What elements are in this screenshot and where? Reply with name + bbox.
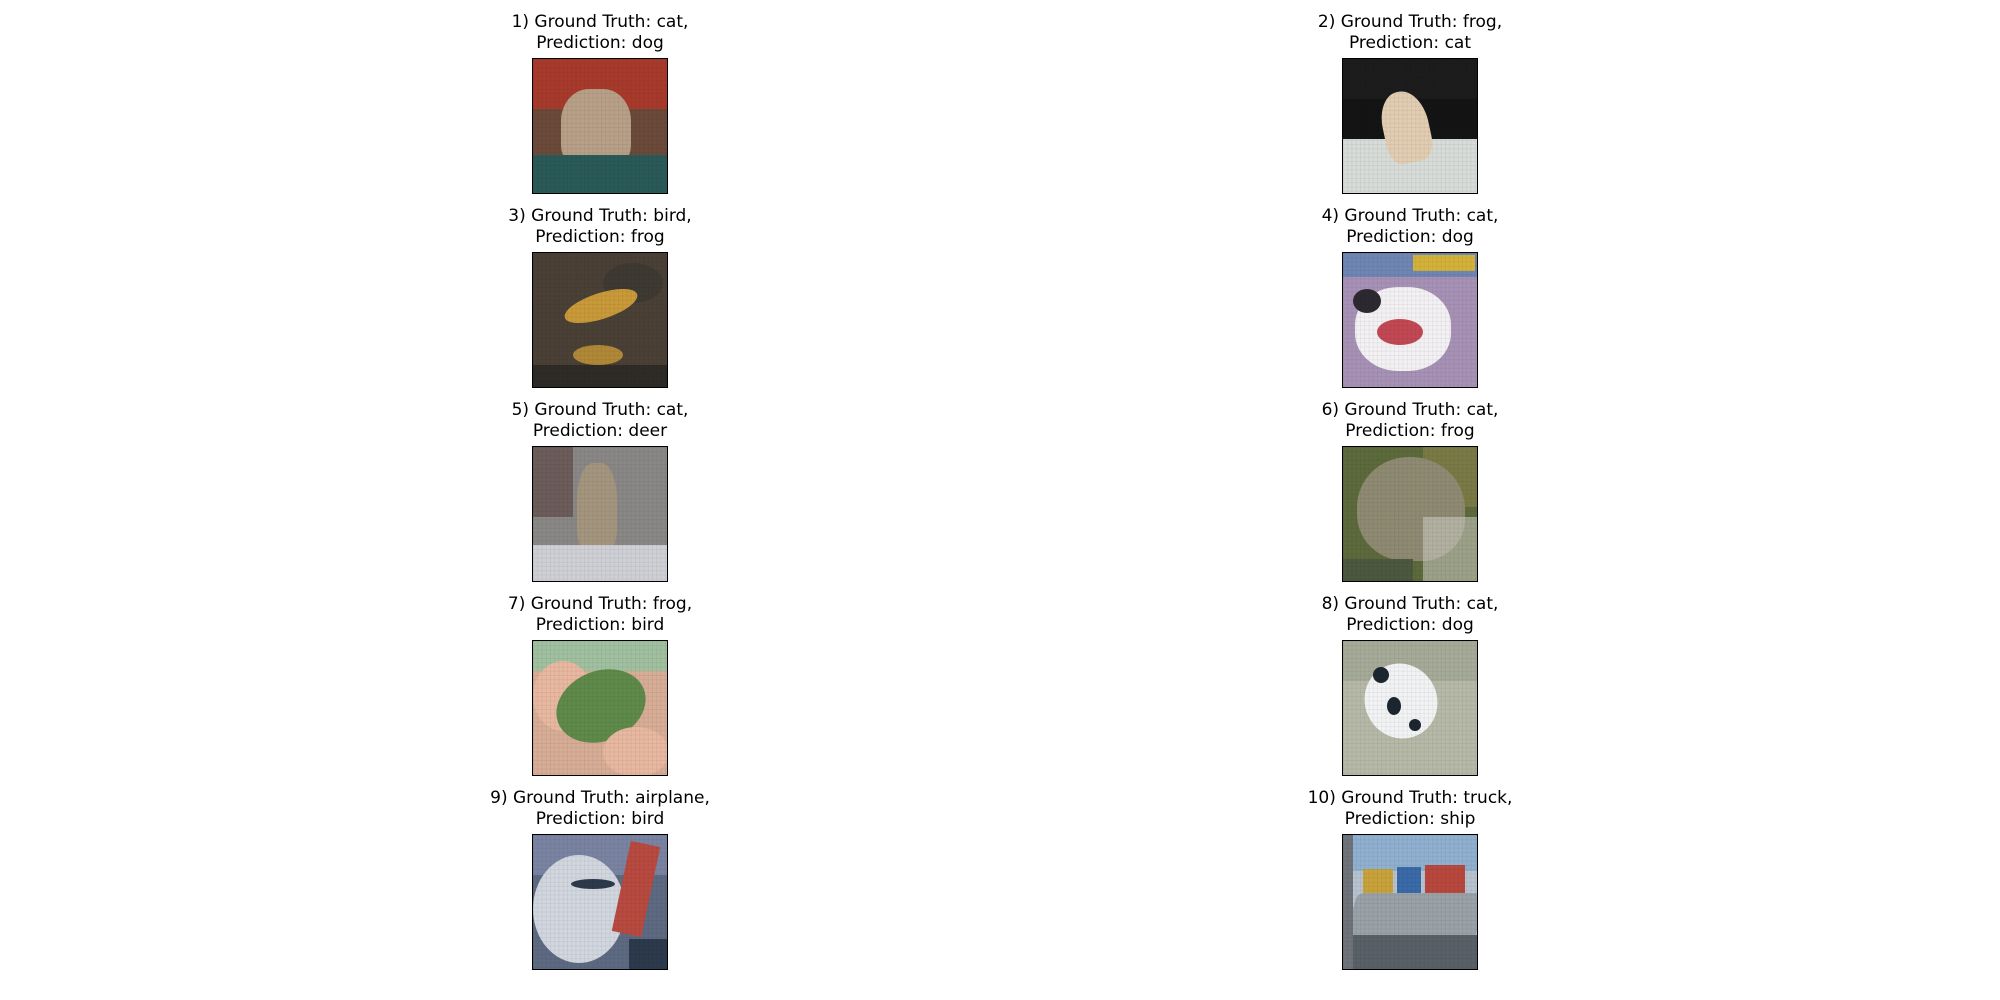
panel-caption: 3) Ground Truth: bird, Prediction: frog [440,206,760,248]
prediction-label: Prediction: ship [1344,809,1476,829]
panel-caption: 2) Ground Truth: frog, Prediction: cat [1250,12,1570,54]
ground-truth-label: 1) Ground Truth: cat, [511,12,689,32]
prediction-label: Prediction: dog [1346,615,1474,635]
prediction-label: Prediction: cat [1348,33,1471,53]
sample-image [1342,834,1478,970]
ground-truth-label: 2) Ground Truth: frog, [1317,12,1503,32]
sample-image [532,252,668,388]
prediction-label: Prediction: deer [532,421,668,441]
prediction-label: Prediction: frog [1345,421,1475,441]
panel-caption: 1) Ground Truth: cat, Prediction: dog [440,12,760,54]
sample-image [1342,446,1478,582]
prediction-label: Prediction: bird [535,809,665,829]
ground-truth-label: 4) Ground Truth: cat, [1321,206,1499,226]
sample-image [532,640,668,776]
sample-image [1342,252,1478,388]
sample-image [1342,58,1478,194]
sample-image [1342,640,1478,776]
ground-truth-label: 8) Ground Truth: cat, [1321,594,1499,614]
prediction-label: Prediction: dog [1346,227,1474,247]
ground-truth-label: 7) Ground Truth: frog, [507,594,693,614]
panel-caption: 8) Ground Truth: cat, Prediction: dog [1250,594,1570,636]
sample-image [532,446,668,582]
panel-caption: 7) Ground Truth: frog, Prediction: bird [440,594,760,636]
sample-image [532,58,668,194]
prediction-label: Prediction: dog [536,33,664,53]
panel-caption: 5) Ground Truth: cat, Prediction: deer [440,400,760,442]
panel-caption: 4) Ground Truth: cat, Prediction: dog [1250,206,1570,248]
ground-truth-label: 6) Ground Truth: cat, [1321,400,1499,420]
prediction-label: Prediction: bird [535,615,665,635]
sample-image [532,834,668,970]
prediction-label: Prediction: frog [535,227,665,247]
ground-truth-label: 3) Ground Truth: bird, [508,206,692,226]
panel-caption: 9) Ground Truth: airplane, Prediction: b… [440,788,760,830]
ground-truth-label: 10) Ground Truth: truck, [1307,788,1513,808]
panel-caption: 6) Ground Truth: cat, Prediction: frog [1250,400,1570,442]
ground-truth-label: 5) Ground Truth: cat, [511,400,689,420]
ground-truth-label: 9) Ground Truth: airplane, [490,788,710,808]
panel-caption: 10) Ground Truth: truck, Prediction: shi… [1250,788,1570,830]
